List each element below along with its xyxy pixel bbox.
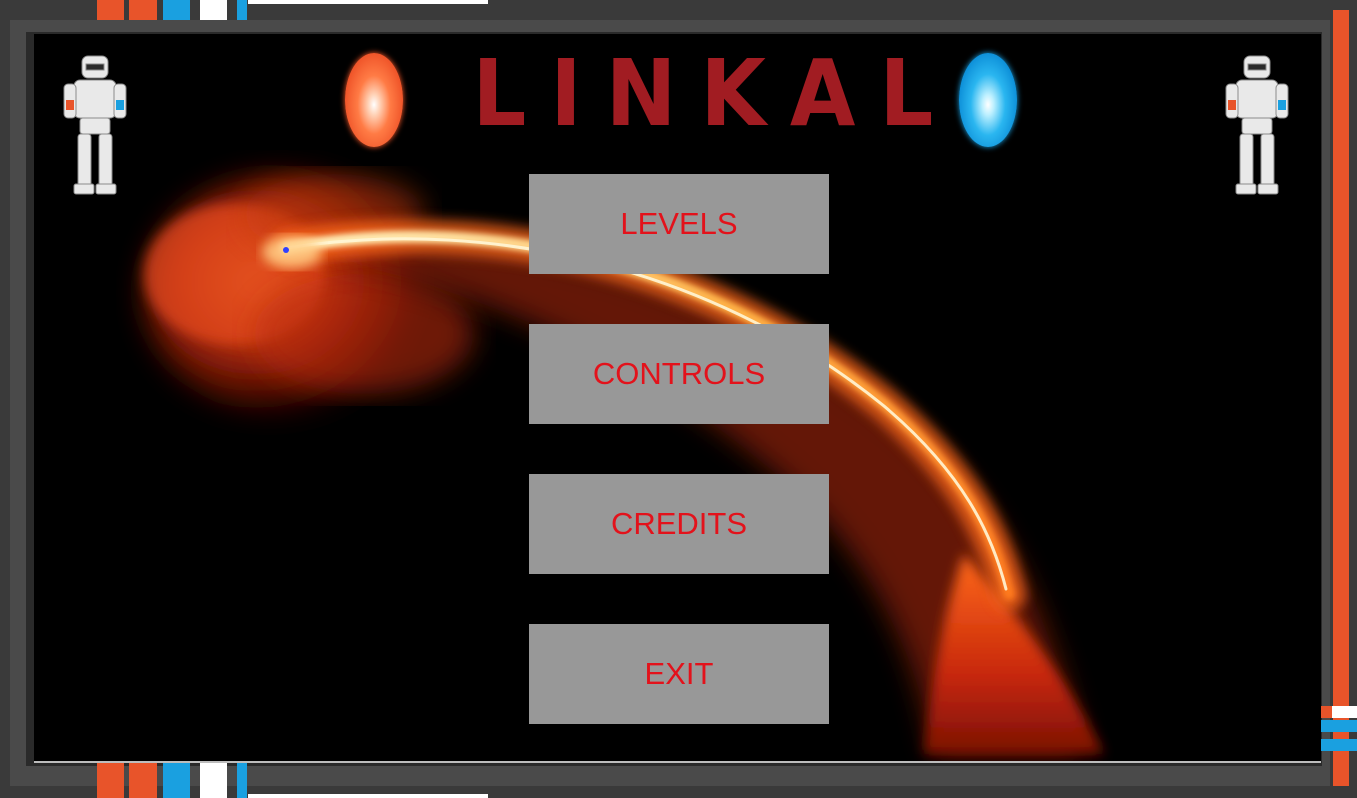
- controls-button[interactable]: CONTROLS: [529, 324, 829, 424]
- game-title: LINKAL: [472, 40, 958, 147]
- orange-portal-icon: [345, 53, 403, 147]
- frame-bottom-bar: [248, 794, 488, 798]
- frame-stripe-right-white: [1332, 706, 1357, 718]
- game-screen: LINKAL LEVELS CONTROLS CREDITS EXIT: [34, 34, 1321, 763]
- frame-top-bar: [248, 0, 488, 4]
- frame-stripe-right-blue-2: [1320, 739, 1357, 751]
- robot-character-icon: [63, 55, 127, 195]
- frame-right-bar: [1333, 10, 1349, 786]
- blue-portal-icon: [959, 53, 1017, 147]
- frame-stripe-bottom-orange-2: [129, 762, 157, 798]
- frame-stripe-right-orange: [1320, 706, 1332, 718]
- frame-stripe-bottom-white: [200, 762, 227, 798]
- credits-button[interactable]: CREDITS: [529, 474, 829, 574]
- frame-stripe-bottom-blue-2: [237, 762, 247, 798]
- frame-stripe-bottom-blue-1: [163, 762, 190, 798]
- frame-stripe-bottom-orange-1: [97, 762, 124, 798]
- levels-button[interactable]: LEVELS: [529, 174, 829, 274]
- exit-button[interactable]: EXIT: [529, 624, 829, 724]
- frame-stripe-right-blue-1: [1320, 720, 1357, 732]
- robot-character-icon: [1225, 55, 1289, 195]
